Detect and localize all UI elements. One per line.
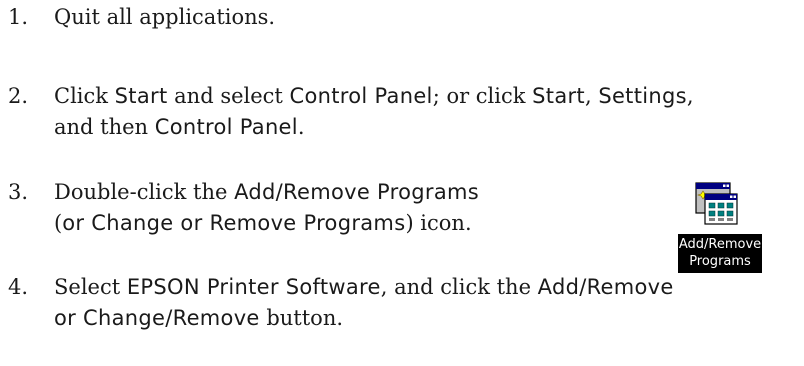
step-text-line: Quit all applications. — [54, 2, 275, 33]
step-number: 1. — [8, 5, 29, 29]
ui-term: Add/Remove Programs — [234, 180, 479, 204]
instruction-text: . — [297, 115, 305, 139]
step-text-line: or Change/Remove button. — [54, 303, 674, 334]
ui-term: Settings — [598, 84, 687, 108]
add-remove-programs-icon — [695, 182, 738, 225]
instruction-text: Click — [54, 84, 115, 108]
icon-label: Add/Remove Programs — [678, 234, 762, 273]
instruction-text: and select — [167, 84, 290, 108]
instruction-text: ) icon. — [405, 211, 472, 235]
icon-label-line-1: Add/Remove — [678, 237, 762, 252]
step-text-line: (or Change or Remove Programs) icon. — [54, 208, 479, 239]
instruction-text: , — [686, 84, 694, 108]
step-text-line: Double-click the Add/Remove Programs — [54, 177, 479, 208]
step-text: Double-click the Add/Remove Programs (or … — [54, 177, 479, 239]
document-page: { "steps": [ { "number": "1.", "lines": … — [0, 0, 804, 366]
ui-term: Start — [114, 84, 168, 108]
step-text: Click Start and select Control Panel; or… — [54, 81, 694, 143]
instruction-text: , and click the — [380, 275, 538, 299]
step-text: Quit all applications. — [54, 2, 275, 33]
instruction-text: and then — [54, 115, 155, 139]
icon-label-line-2: Programs — [689, 254, 751, 269]
step-number: 2. — [8, 84, 29, 108]
ui-term: or Change/Remove — [54, 306, 260, 330]
step-number: 3. — [8, 180, 29, 204]
ui-term: EPSON Printer Software — [126, 275, 381, 299]
instruction-text: ( — [54, 211, 63, 235]
instruction-text: Double-click the — [54, 180, 235, 204]
ui-term: Add/Remove — [537, 275, 674, 299]
step-text: Select EPSON Printer Software, and click… — [54, 272, 674, 334]
step-text-line: Select EPSON Printer Software, and click… — [54, 272, 674, 303]
add-remove-programs-shortcut[interactable]: Add/Remove Programs — [678, 180, 762, 276]
instruction-text: Quit all applications. — [54, 5, 276, 29]
instruction-text: button. — [259, 306, 344, 330]
instruction-text: , — [584, 84, 599, 108]
step-text-line: Click Start and select Control Panel; or… — [54, 81, 694, 112]
ui-term: or Change or Remove Programs — [62, 211, 406, 235]
ui-term: Start — [532, 84, 585, 108]
ui-term: Control Panel — [289, 84, 433, 108]
instruction-text: ; or click — [432, 84, 533, 108]
step-number: 4. — [8, 275, 29, 299]
ui-term: Control Panel — [154, 115, 298, 139]
instruction-text: Select — [54, 275, 127, 299]
step-text-line: and then Control Panel. — [54, 112, 694, 143]
